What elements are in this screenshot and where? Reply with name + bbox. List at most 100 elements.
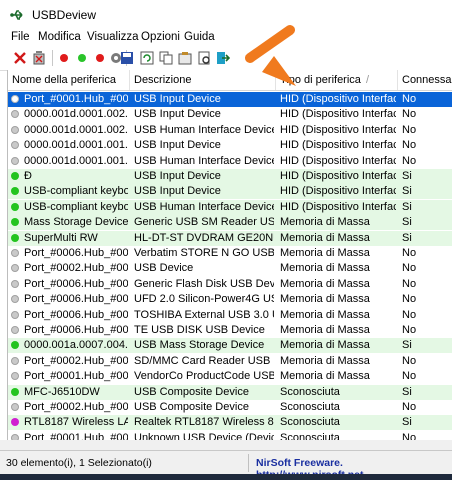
cell-connected: Si <box>402 416 412 429</box>
table-row[interactable]: Ð USB Input Device HID (Dispositivo Interf… <box>8 169 452 184</box>
cell-description: USB Input Device <box>134 185 221 198</box>
cell-device-name: Mass Storage Device <box>24 216 128 229</box>
cell-connected: No <box>402 401 417 413</box>
table-row[interactable]: Port_#0006.Hub_#0007 TOSHIBA External USB… <box>8 308 452 323</box>
cell-description: VendorCo ProductCode USB ... <box>134 370 274 383</box>
table-row[interactable]: Port_#0006.Hub_#0007 TE USB DISK USB Devi… <box>8 323 452 338</box>
cell-description: USB Input Device <box>134 139 221 152</box>
cell-device-type: HID (Dispositivo Interfac... <box>280 123 396 136</box>
table-row[interactable]: Port_#0002.Hub_#0006 USB Device Memoria di… <box>8 261 452 276</box>
cell-description: UFD 2.0 Silicon-Power4G USB ... <box>134 293 274 306</box>
cell-description: Generic Flash Disk USB Device <box>134 277 274 290</box>
table-row[interactable]: USB-compliant keybo... USB Input Device HI… <box>8 184 452 200</box>
cell-description: USB Composite Device <box>134 401 249 413</box>
table-row[interactable]: 0000.001d.0001.001.00... USB Input Device… <box>8 138 452 153</box>
cell-connected: No <box>402 354 417 367</box>
cell-device-name: Port_#0002.Hub_#0006 <box>24 262 128 275</box>
cell-connected: Si <box>402 339 412 352</box>
cell-connected: No <box>402 123 417 136</box>
cell-connected: Si <box>402 216 412 229</box>
table-row[interactable]: Mass Storage Device Generic USB SM Reader… <box>8 215 452 231</box>
cell-description: TE USB DISK USB Device <box>134 324 265 336</box>
horizontal-scrollbar[interactable] <box>0 440 452 450</box>
cell-device-type: Memoria di Massa <box>280 324 370 336</box>
cell-device-name: Port_#0002.Hub_#0003 <box>24 354 128 367</box>
cell-device-name: RTL8187 Wireless LAN... <box>24 416 128 429</box>
cell-device-type: HID (Dispositivo Interfac... <box>280 170 396 182</box>
cell-connected: No <box>402 277 417 290</box>
cell-device-type: HID (Dispositivo Interfac... <box>280 200 396 213</box>
cell-device-type: Memoria di Massa <box>280 308 370 321</box>
cell-device-type: Memoria di Massa <box>280 216 370 229</box>
cell-device-type: Sconosciuta <box>280 416 340 429</box>
cell-device-type: Sconosciuta <box>280 385 340 398</box>
cell-device-type: HID (Dispositivo Interfac... <box>280 154 396 167</box>
cell-device-name: Port_#0006.Hub_#0007 <box>24 277 128 290</box>
cell-device-name: 0000.001d.0001.002.00... <box>24 123 128 136</box>
cell-device-name: USB-compliant keybo... <box>24 185 128 198</box>
table-row[interactable]: RTL8187 Wireless LAN... Realtek RTL8187 W… <box>8 415 452 431</box>
cell-device-type: Memoria di Massa <box>280 277 370 290</box>
cell-connected: Si <box>402 231 412 244</box>
table-row[interactable]: 0000.001a.0007.004.00... USB Mass Storage… <box>8 338 452 354</box>
cell-device-name: Port_#0001.Hub_#0005 <box>24 431 128 440</box>
cell-device-type: Memoria di Massa <box>280 231 370 244</box>
table-row[interactable]: Port_#0006.Hub_#0007 Generic Flash Disk U… <box>8 277 452 292</box>
cell-connected: Si <box>402 200 412 213</box>
table-row[interactable]: SuperMulti RW HL-DT-ST DVDRAM GE20NU1... M… <box>8 230 452 246</box>
table-row[interactable]: Port_#0001.Hub_#0003 VendorCo ProductCode… <box>8 369 452 384</box>
cell-description: SD/MMC Card Reader USB D... <box>134 354 274 367</box>
cell-device-type: HID (Dispositivo Interfac... <box>280 185 396 198</box>
status-bar: 30 elemento(i), 1 Selezionato(i) NirSoft… <box>0 450 452 481</box>
cell-device-name: Port_#0006.Hub_#0007 <box>24 293 128 306</box>
cell-device-name: Port_#0006.Hub_#0007 <box>24 247 128 259</box>
table-row[interactable]: Port_#0002.Hub_#0005 USB Composite Device… <box>8 400 452 415</box>
cell-device-name: Port_#0006.Hub_#0007 <box>24 308 128 321</box>
cell-description: USB Human Interface Device <box>134 123 274 136</box>
cell-device-name: 0000.001d.0001.001.00... <box>24 154 128 167</box>
cell-connected: Si <box>402 170 412 182</box>
table-row[interactable]: USB-compliant keybo... USB Human Interfac… <box>8 199 452 215</box>
cell-device-name: SuperMulti RW <box>24 231 98 244</box>
cell-description: Realtek RTL8187 Wireless 802.... <box>134 416 274 429</box>
table-row[interactable]: Port_#0006.Hub_#0007 UFD 2.0 Silicon-Powe… <box>8 292 452 307</box>
cell-device-type: HID (Dispositivo Interfac... <box>280 139 396 152</box>
table-row[interactable]: Port_#0001.Hub_#0005 Unknown USB Device (… <box>8 431 452 440</box>
cell-device-name: Port_#0001.Hub_#0003 <box>24 370 128 383</box>
cell-description: USB Mass Storage Device <box>134 339 265 352</box>
cell-device-type: Memoria di Massa <box>280 247 370 259</box>
cell-connected: No <box>402 139 417 152</box>
orange-arrow-annotation <box>245 25 296 86</box>
cell-device-name: Port_#0002.Hub_#0005 <box>24 401 128 413</box>
cell-connected: No <box>402 308 417 321</box>
cell-description: TOSHIBA External USB 3.0 USB... <box>134 308 274 321</box>
cell-description: USB Device <box>134 262 194 275</box>
cell-connected: No <box>402 262 417 275</box>
cell-device-type: Memoria di Massa <box>280 339 370 352</box>
cell-connected: No <box>402 431 417 440</box>
cell-description: USB Human Interface Device <box>134 200 274 213</box>
table-row[interactable]: Port_#0006.Hub_#0007 Verbatim STORE N GO … <box>8 246 452 261</box>
cell-device-type: Memoria di Massa <box>280 293 370 306</box>
table-row[interactable]: Port_#0002.Hub_#0003 SD/MMC Card Reader U… <box>8 354 452 369</box>
table-row[interactable]: 0000.001d.0001.001.00... USB Human Interf… <box>8 154 452 169</box>
cell-device-name: Ð <box>24 170 32 182</box>
cell-connected: Si <box>402 385 412 398</box>
cell-device-name: USB-compliant keybo... <box>24 200 128 213</box>
table-row[interactable]: MFC-J6510DW USB Composite Device Sconosciu… <box>8 384 452 400</box>
cell-description: HL-DT-ST DVDRAM GE20NU1... <box>134 231 274 244</box>
cell-description: Unknown USB Device (Device ... <box>134 431 274 440</box>
table-row[interactable]: 0000.001d.0001.002.00... USB Human Interf… <box>8 123 452 138</box>
cell-connected: No <box>402 154 417 167</box>
cell-connected: No <box>402 370 417 383</box>
cell-device-name: MFC-J6510DW <box>24 385 100 398</box>
cell-description: Generic USB SM Reader USB D... <box>134 216 274 229</box>
cell-device-type: Memoria di Massa <box>280 262 370 275</box>
cell-description: USB Human Interface Device <box>134 154 274 167</box>
status-count: 30 elemento(i), 1 Selezionato(i) <box>6 457 152 469</box>
cell-connected: Si <box>402 185 412 198</box>
cell-description: USB Composite Device <box>134 385 249 398</box>
status-separator <box>248 454 249 472</box>
cell-description: USB Input Device <box>134 170 221 182</box>
device-table: Nome della periferica Descrizione Tipo d… <box>7 70 452 440</box>
